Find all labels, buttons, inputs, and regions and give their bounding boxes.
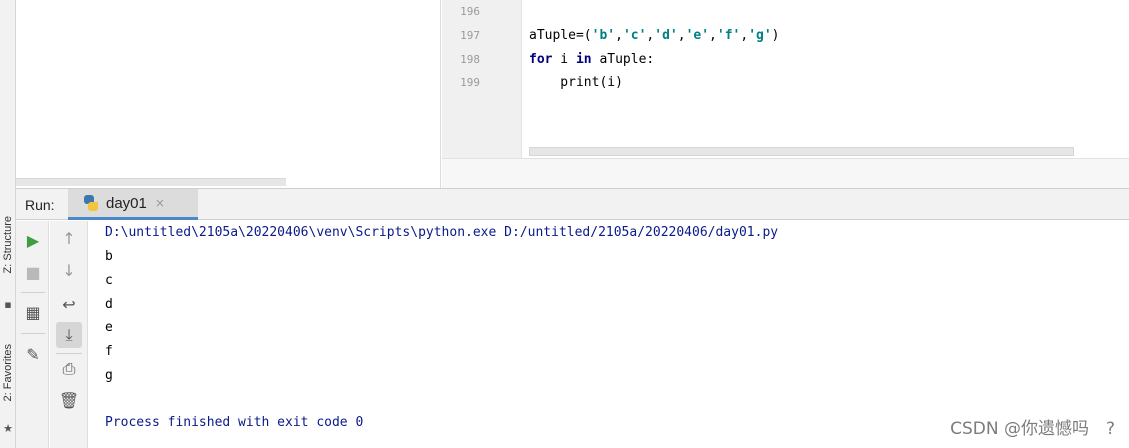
line-number: 198: [460, 53, 480, 66]
editor-bottom-area: [442, 158, 1129, 188]
code-line: print(i): [529, 75, 623, 90]
favorites-star-icon: ★: [3, 421, 13, 435]
run-tab-day01[interactable]: day01 ×: [68, 189, 198, 220]
rerun-icon[interactable]: ▶: [20, 227, 46, 253]
down-arrow-icon[interactable]: ↓: [56, 257, 82, 283]
code-token: aTuple:: [591, 52, 655, 67]
python-file-icon: [82, 194, 100, 212]
stop-icon[interactable]: ■: [20, 259, 46, 285]
code-token: ,: [740, 28, 749, 43]
code-token: ,: [615, 28, 623, 43]
editor-horizontal-scrollbar[interactable]: [529, 147, 1074, 156]
help-icon[interactable]: ?: [1106, 419, 1115, 439]
run-title: Run:: [25, 197, 55, 213]
code-token: ,: [709, 28, 717, 43]
trash-icon[interactable]: 🗑: [56, 387, 82, 413]
favorites-tab[interactable]: 2: Favorites: [0, 344, 16, 401]
structure-tab[interactable]: Z: Structure: [0, 216, 16, 273]
console-output-line: d: [105, 297, 113, 312]
console-output-line: g: [105, 368, 113, 383]
soft-wrap-icon[interactable]: ↩: [56, 291, 82, 317]
structure-icon: ▪: [4, 297, 12, 311]
console-command-line: D:\untitled\2105a\20220406\venv\Scripts\…: [105, 225, 779, 240]
code-token: for: [529, 52, 553, 67]
project-pane: [16, 0, 441, 188]
console-output-line: c: [105, 273, 113, 288]
scroll-to-end-icon[interactable]: ⤓: [56, 322, 82, 348]
code-editor[interactable]: aTuple=('b','c','d','e','f','g') for i i…: [523, 0, 1129, 158]
project-horizontal-scrollbar[interactable]: [16, 178, 286, 186]
code-token: 'c': [622, 28, 647, 43]
run-toolbar-left: ▶ ■ ▦ ✎: [16, 221, 49, 448]
pin-icon[interactable]: ✎: [20, 341, 46, 367]
code-token: 'f': [716, 28, 741, 43]
ide-window: Z: Structure ▪ 2: Favorites ★ 196 197 19…: [0, 0, 1129, 448]
console-output-line: e: [105, 320, 113, 335]
line-number: 197: [460, 29, 480, 42]
console-finish-line: Process finished with exit code 0: [105, 415, 364, 430]
code-token: 'b': [591, 28, 616, 43]
code-token: aTuple=(: [529, 28, 592, 43]
console-output-line: f: [105, 344, 113, 359]
code-token: ,: [677, 28, 686, 43]
up-arrow-icon[interactable]: ↑: [56, 225, 82, 251]
code-token: 'e': [685, 28, 710, 43]
left-tool-strip: Z: Structure ▪ 2: Favorites ★: [0, 0, 16, 448]
favorites-tab-label: 2: Favorites: [2, 344, 14, 402]
layout-icon[interactable]: ▦: [20, 299, 46, 325]
console-output-line: b: [105, 249, 113, 264]
editor-gutter: 196 197 198 199: [442, 0, 522, 158]
code-token: ): [771, 28, 780, 43]
run-toolbar-right: ↑ ↓ ↩ ⤓ ⎙ 🗑: [50, 221, 88, 448]
line-number: 196: [460, 5, 480, 18]
code-token: print(i): [529, 75, 623, 90]
code-token: i: [552, 52, 576, 67]
code-token: 'd': [654, 28, 678, 43]
code-token: 'g': [748, 28, 772, 43]
run-tab-label: day01: [106, 194, 147, 212]
code-line: for i in aTuple:: [529, 52, 654, 67]
structure-tab-label: Z: Structure: [2, 216, 14, 274]
close-icon[interactable]: ×: [155, 196, 165, 210]
code-line: aTuple=('b','c','d','e','f','g'): [529, 28, 780, 43]
run-tool-window-header: Run: day01 ×: [16, 188, 1129, 220]
line-number: 199: [460, 76, 480, 89]
print-icon[interactable]: ⎙: [56, 356, 82, 382]
code-token: in: [575, 52, 592, 67]
watermark: CSDN @你遗憾吗: [950, 419, 1089, 439]
